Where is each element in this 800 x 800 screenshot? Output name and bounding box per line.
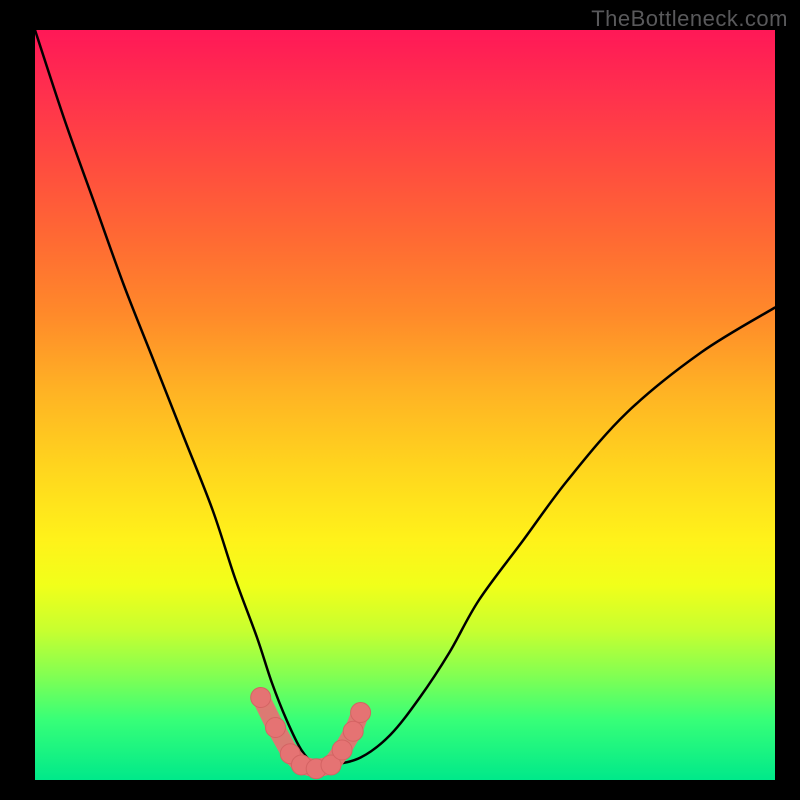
chart-svg [35,30,775,780]
plot-area [35,30,775,780]
marker-dot [266,718,286,738]
marker-dot [332,740,352,760]
marker-dot [343,721,363,741]
chart-frame: TheBottleneck.com [0,0,800,800]
marker-dot [251,688,271,708]
watermark-text: TheBottleneck.com [591,6,788,32]
bottleneck-curve [35,30,775,766]
marker-dot [351,703,371,723]
